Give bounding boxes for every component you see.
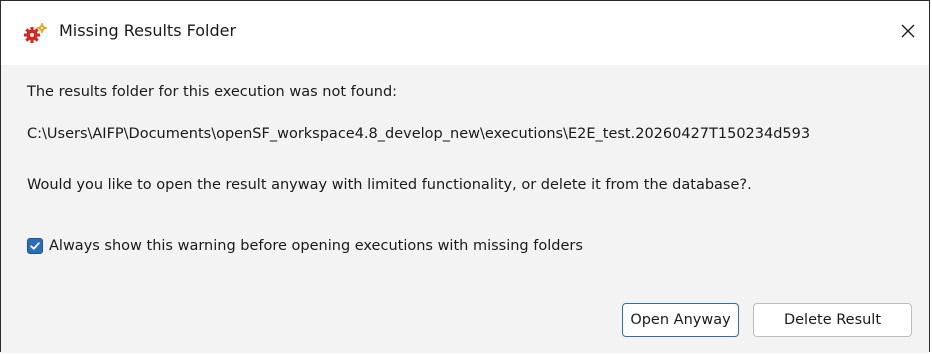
always-show-warning-label[interactable]: Always show this warning before opening …	[49, 236, 583, 256]
open-anyway-button[interactable]: Open Anyway	[622, 303, 739, 337]
delete-result-button[interactable]: Delete Result	[753, 303, 912, 337]
title-bar: Missing Results Folder	[1, 1, 929, 65]
close-icon	[900, 23, 916, 43]
always-show-warning-checkbox-row[interactable]: Always show this warning before opening …	[27, 235, 583, 257]
not-found-message: The results folder for this execution wa…	[27, 84, 398, 100]
gears-icon	[24, 23, 48, 43]
checkmark-icon	[30, 242, 40, 250]
close-button[interactable]	[887, 15, 929, 51]
folder-path: C:\Users\AIFP\Documents\openSF_workspace…	[27, 126, 811, 142]
missing-results-dialog: Missing Results Folder The results folde…	[0, 0, 930, 353]
always-show-warning-checkbox[interactable]	[27, 238, 43, 254]
dialog-title: Missing Results Folder	[59, 21, 237, 40]
action-question: Would you like to open the result anyway…	[27, 177, 752, 193]
dialog-body: The results folder for this execution wa…	[1, 65, 929, 353]
